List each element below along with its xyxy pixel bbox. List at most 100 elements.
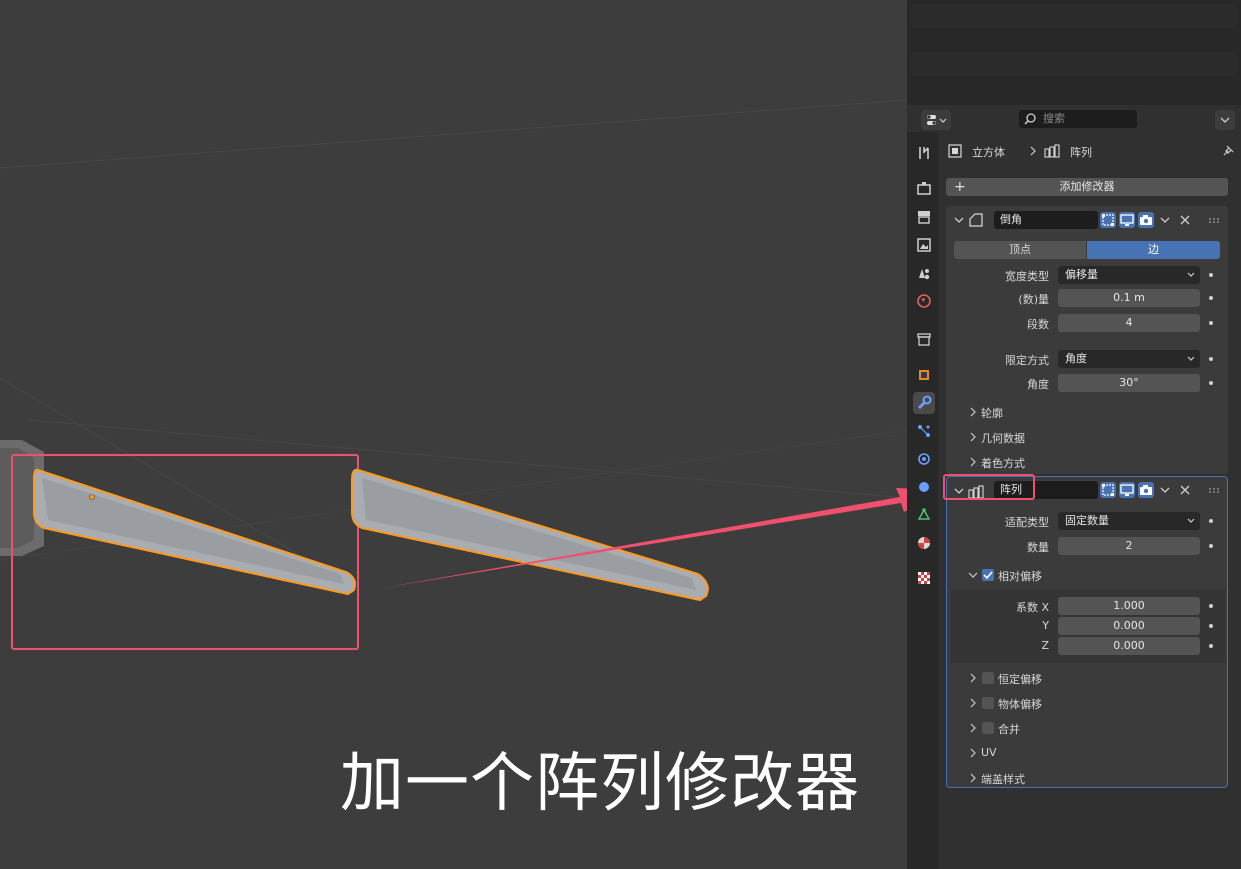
monitor-icon: [1120, 484, 1134, 496]
keyframe-dot[interactable]: [1209, 624, 1213, 628]
checkmark-icon: [983, 571, 993, 580]
tutorial-caption: 加一个阵列修改器: [340, 747, 860, 821]
scene-icon: [919, 269, 930, 280]
render-toggle[interactable]: [1138, 212, 1154, 228]
render-toggle[interactable]: [1138, 482, 1154, 498]
factor-y-field[interactable]: 0.000: [1058, 617, 1200, 635]
tab-particles[interactable]: [913, 420, 935, 442]
fit-type-dropdown[interactable]: 固定数量: [1058, 512, 1200, 530]
array-object-copy[interactable]: [351, 468, 709, 602]
keyframe-dot[interactable]: [1209, 296, 1213, 300]
physics-icon: [918, 453, 930, 465]
tab-material[interactable]: [913, 532, 935, 554]
keyframe-dot[interactable]: [1209, 357, 1213, 361]
3d-viewport[interactable]: 加一个阵列修改器: [0, 0, 907, 869]
close-icon[interactable]: [1178, 213, 1192, 227]
object-offset-label: 物体偏移: [998, 698, 1042, 711]
pin-icon[interactable]: [1220, 143, 1236, 159]
tab-modifiers[interactable]: [913, 392, 935, 414]
editor-type-button[interactable]: [921, 110, 951, 130]
outliner[interactable]: [907, 0, 1241, 105]
limit-method-dropdown[interactable]: 角度: [1058, 350, 1200, 368]
keyframe-dot[interactable]: [1209, 544, 1213, 548]
search-input[interactable]: 搜索: [1019, 110, 1137, 128]
width-type-label: 宽度类型: [1005, 270, 1049, 283]
factor-z-label: Z: [1041, 639, 1049, 652]
tab-tool[interactable]: [913, 142, 935, 164]
drag-handle-icon[interactable]: [1208, 483, 1222, 497]
tab-constraints[interactable]: [913, 476, 935, 498]
tab-object[interactable]: [913, 364, 935, 386]
fit-type-label: 适配类型: [1005, 516, 1049, 529]
keyframe-dot[interactable]: [1209, 604, 1213, 608]
tab-view-layer[interactable]: [913, 234, 935, 256]
bevel-modifier-icon: [969, 213, 983, 227]
outliner-row[interactable]: [911, 76, 1237, 100]
close-icon[interactable]: [1178, 483, 1192, 497]
subpanel-merge[interactable]: 合并: [964, 719, 1204, 737]
subpanel-caps[interactable]: 端盖样式: [964, 769, 1204, 787]
breadcrumb-object: 立方体: [972, 146, 1005, 159]
chevron-down-icon: [1220, 117, 1230, 123]
merge-checkbox[interactable]: [982, 722, 994, 734]
tab-texture[interactable]: [913, 567, 935, 589]
outliner-row[interactable]: [911, 28, 1237, 52]
viewport-display-toggle[interactable]: [1119, 482, 1135, 498]
drag-handle-icon[interactable]: [1208, 213, 1222, 227]
angle-label: 角度: [1027, 378, 1049, 391]
edit-mode-toggle[interactable]: [1100, 212, 1116, 228]
chevron-right-icon: [970, 723, 976, 733]
object-icon: [919, 370, 929, 380]
subpanel-uv[interactable]: UV: [964, 744, 1204, 762]
add-modifier-button[interactable]: + 添加修改器: [946, 178, 1228, 196]
outliner-row[interactable]: [911, 4, 1237, 28]
width-type-dropdown[interactable]: 偏移量: [1058, 266, 1200, 284]
subpanel-relative-offset[interactable]: 相对偏移: [964, 566, 1204, 584]
subpanel-constant-offset[interactable]: 恒定偏移: [964, 669, 1204, 687]
tab-edge[interactable]: 边: [1087, 241, 1220, 259]
count-field[interactable]: 2: [1058, 537, 1200, 555]
tab-output[interactable]: [913, 206, 935, 228]
segments-label: 段数: [1027, 318, 1049, 331]
bevel-name-field[interactable]: 倒角: [994, 211, 1098, 229]
keyframe-dot[interactable]: [1209, 644, 1213, 648]
keyframe-dot[interactable]: [1209, 519, 1213, 523]
options-dropdown-button[interactable]: [1215, 110, 1235, 130]
tab-data[interactable]: [913, 504, 935, 526]
edit-mode-toggle[interactable]: [1100, 482, 1116, 498]
factor-x-field[interactable]: 1.000: [1058, 597, 1200, 615]
collection-icon: [917, 333, 931, 346]
keyframe-dot[interactable]: [1209, 273, 1213, 277]
chevron-down-icon[interactable]: [1158, 483, 1172, 497]
constant-offset-checkbox[interactable]: [982, 672, 994, 684]
tab-collection[interactable]: [913, 328, 935, 350]
subpanel-geometry[interactable]: 几何数据: [964, 429, 1164, 445]
subpanel-shading[interactable]: 着色方式: [964, 454, 1164, 470]
tab-physics[interactable]: [913, 448, 935, 470]
outliner-row[interactable]: [911, 52, 1237, 76]
tab-render[interactable]: [913, 178, 935, 200]
chevron-down-icon[interactable]: [1158, 213, 1172, 227]
viewport-display-toggle[interactable]: [1119, 212, 1135, 228]
object-offset-checkbox[interactable]: [982, 697, 994, 709]
limit-method-value: 角度: [1065, 352, 1087, 365]
factor-z-field[interactable]: 0.000: [1058, 637, 1200, 655]
subpanel-profile[interactable]: 轮廓: [964, 404, 1164, 420]
tab-vertex[interactable]: 顶点: [954, 241, 1086, 259]
keyframe-dot[interactable]: [1209, 381, 1213, 385]
keyframe-dot[interactable]: [1209, 321, 1213, 325]
output-icon: [918, 211, 930, 224]
tab-scene[interactable]: [913, 262, 935, 284]
view-layer-icon: [917, 238, 931, 252]
relative-offset-checkbox[interactable]: [982, 569, 994, 581]
array-object-original[interactable]: [33, 468, 356, 596]
segments-field[interactable]: 4: [1058, 314, 1200, 332]
tab-world[interactable]: [913, 290, 935, 312]
amount-field[interactable]: 0.1 m: [1058, 289, 1200, 307]
breadcrumb-modifier: 阵列: [1070, 146, 1092, 159]
limit-method-label: 限定方式: [1005, 354, 1049, 367]
texture-icon: [918, 572, 930, 584]
angle-field[interactable]: 30°: [1058, 374, 1200, 392]
collapse-chevron-icon[interactable]: [952, 213, 966, 227]
subpanel-object-offset[interactable]: 物体偏移: [964, 694, 1204, 712]
